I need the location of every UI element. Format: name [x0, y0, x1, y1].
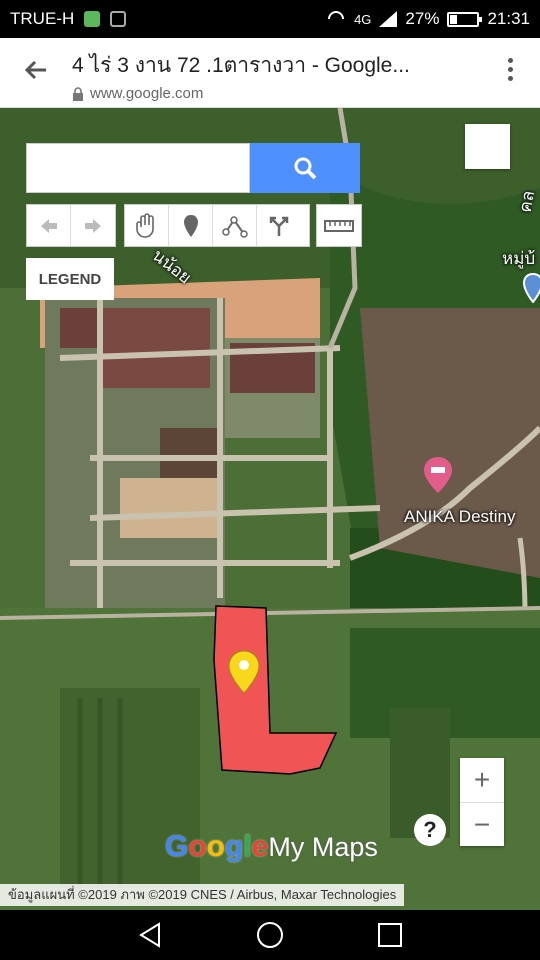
blue-poi-icon[interactable]	[523, 273, 540, 303]
map-view[interactable]: LEGEND นน้อย หมู่บ้ คล ANIKA Destiny ? +…	[0, 108, 540, 910]
hand-icon[interactable]	[125, 205, 169, 246]
redo-icon[interactable]	[71, 205, 115, 246]
lock-icon	[73, 86, 83, 101]
battery-percent: 27%	[405, 9, 440, 28]
marker-icon[interactable]	[169, 205, 213, 246]
measure-group	[316, 204, 362, 247]
url-text: www.google.com	[90, 85, 204, 102]
call-forward-icon	[328, 11, 345, 20]
map-type-button[interactable]	[465, 124, 510, 169]
page-title: 4 ไร่ 3 งาน 72 .1ตารางวา - Google...	[72, 54, 410, 77]
canal-label: คล	[515, 189, 539, 214]
village-label: หมู่บ้	[502, 249, 536, 268]
url-row[interactable]: www.google.com	[72, 85, 203, 102]
search-input[interactable]	[26, 143, 250, 193]
overflow-menu-icon[interactable]	[506, 58, 514, 88]
home-circle-icon[interactable]	[255, 920, 285, 950]
undo-redo-group	[26, 204, 116, 247]
help-icon[interactable]: ?	[414, 814, 446, 846]
battery-icon	[447, 11, 483, 27]
network-label: 4G	[354, 11, 372, 27]
browser-toolbar: 4 ไร่ 3 งาน 72 .1ตารางวา - Google... www…	[0, 38, 540, 108]
ruler-icon[interactable]	[317, 205, 361, 246]
navigation-bar	[0, 910, 540, 960]
undo-icon[interactable]	[27, 205, 71, 246]
directions-icon[interactable]	[257, 205, 301, 246]
map-attribution: ข้อมูลแผนที่ ©2019 ภาพ ©2019 CNES / Airb…	[0, 884, 405, 906]
edit-tools-group	[124, 204, 310, 247]
back-arrow-icon[interactable]	[18, 56, 54, 92]
zoom-in-button[interactable]: +	[460, 758, 504, 802]
shield-notification-icon	[84, 11, 101, 27]
poi-label: ANIKA Destiny	[404, 507, 516, 526]
hotel-poi-icon[interactable]	[423, 456, 453, 494]
back-triangle-icon[interactable]	[135, 920, 165, 950]
search-icon	[294, 157, 317, 180]
line-icon[interactable]	[213, 205, 257, 246]
clock: 21:31	[487, 9, 530, 28]
zoom-control: + −	[460, 758, 504, 846]
carrier-label: TRUE-H	[10, 9, 75, 28]
location-marker-icon[interactable]	[227, 650, 261, 694]
legend-button[interactable]: LEGEND	[26, 258, 114, 300]
search-button[interactable]	[250, 143, 360, 193]
image-notification-icon	[110, 11, 127, 27]
google-my-maps-logo: GoogleMy Maps	[165, 830, 378, 863]
zoom-out-button[interactable]: −	[460, 802, 504, 846]
signal-icon	[379, 11, 398, 27]
status-bar: TRUE-H 4G 27% 21:31	[0, 0, 540, 38]
recents-square-icon[interactable]	[375, 920, 405, 950]
